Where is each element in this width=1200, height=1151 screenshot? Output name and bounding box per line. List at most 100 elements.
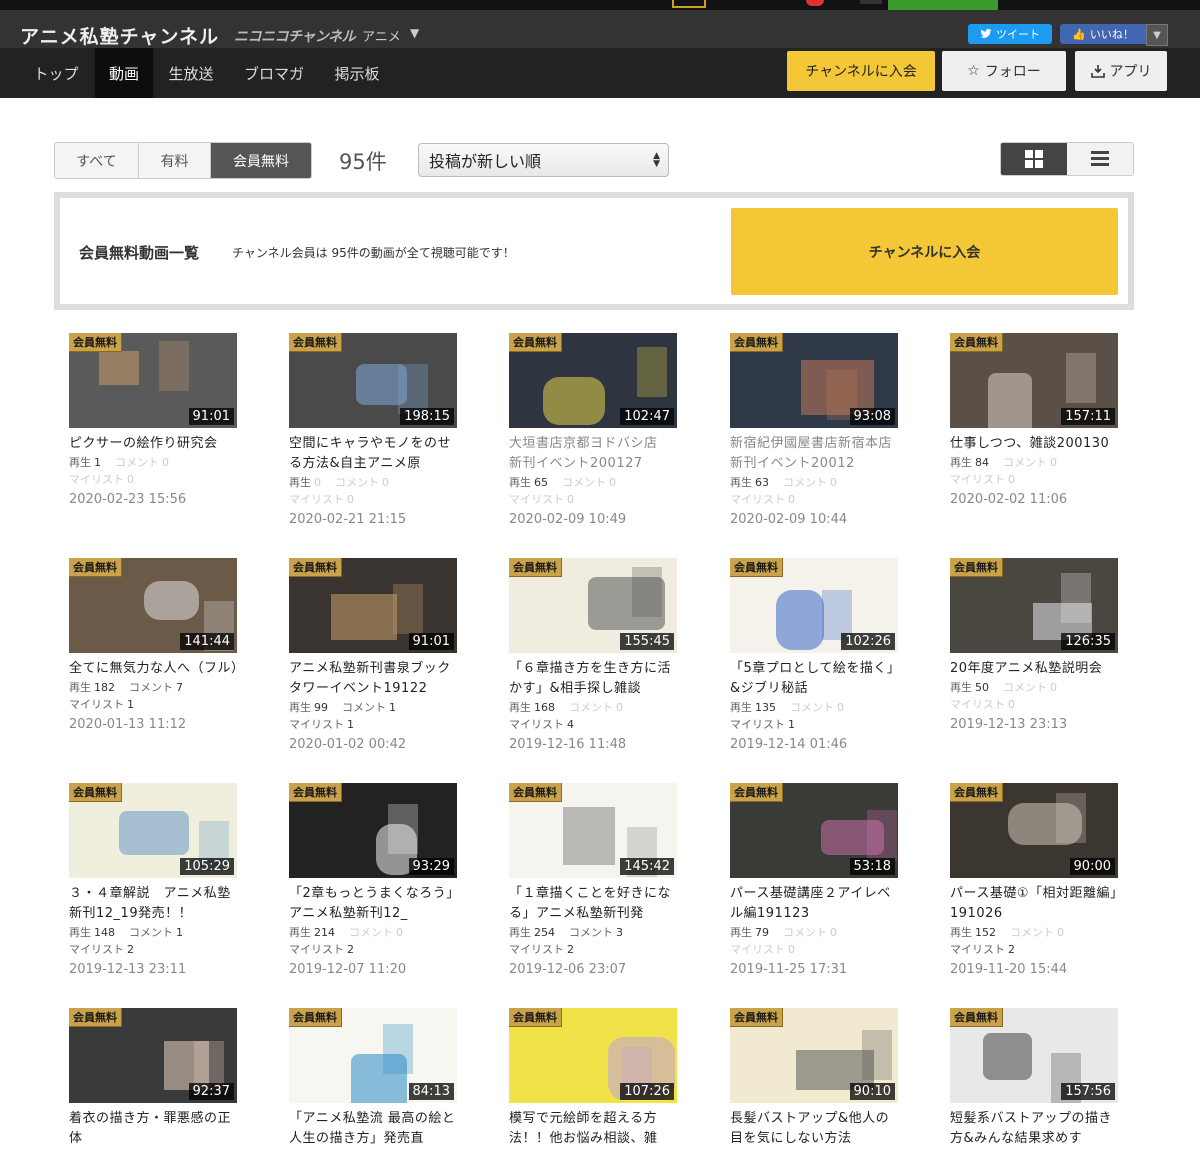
- video-thumbnail[interactable]: 会員無料 157:56: [950, 1008, 1118, 1103]
- nav-blomaga[interactable]: ブロマガ: [236, 48, 312, 98]
- list-view-button[interactable]: [1067, 143, 1133, 175]
- nav-top[interactable]: トップ: [20, 48, 92, 98]
- video-title[interactable]: 空間にキャラやモノをのせる方法&自主アニメ原: [289, 434, 461, 474]
- video-thumbnail[interactable]: 会員無料 102:47: [509, 333, 677, 428]
- video-card[interactable]: 会員無料 102:26 「5章プロとして絵を描く」&ジブリ秘話 再生 135 コメント 0 マ…: [730, 558, 906, 752]
- genre-dropdown-icon[interactable]: ▼: [410, 26, 419, 40]
- video-card[interactable]: 会員無料 91:01 アニメ私塾新刊書泉ブックタワーイベント19122 再生 99 コメン…: [289, 558, 465, 752]
- video-thumbnail[interactable]: 会員無料 107:26: [509, 1008, 677, 1103]
- video-card[interactable]: 会員無料 141:44 全てに無気力な人へ（フル） 再生 182 コメント 7 マイリスト 1 2…: [69, 558, 245, 732]
- video-card[interactable]: 会員無料 107:26 模写で元絵師を超える方法！！他お悩み相談、雑: [509, 1008, 685, 1149]
- video-thumbnail[interactable]: 会員無料 91:01: [289, 558, 457, 653]
- video-title[interactable]: 「2章もっとうまくなろう」アニメ私塾新刊12_: [289, 884, 461, 924]
- video-card[interactable]: 会員無料 155:45 「６章描き方を生き方に活かす」&相手探し雑談 再生 168 コメン…: [509, 558, 685, 752]
- premium-button[interactable]: [888, 0, 998, 10]
- video-card[interactable]: 会員無料 53:18 パース基礎講座２アイレベル編191123 再生 79 コメント 0 マイ…: [730, 783, 906, 977]
- video-thumbnail[interactable]: 会員無料 93:29: [289, 783, 457, 878]
- video-card[interactable]: 会員無料 90:10 長髪バストアップ&他人の目を気にしない方法: [730, 1008, 906, 1149]
- join-channel-button[interactable]: チャンネルに入会: [787, 51, 935, 91]
- mylist-count: 0: [1008, 473, 1015, 486]
- video-thumbnail[interactable]: 会員無料 126:35: [950, 558, 1118, 653]
- filter-member-free[interactable]: 会員無料: [211, 143, 311, 178]
- video-title[interactable]: 長髪バストアップ&他人の目を気にしない方法: [730, 1109, 902, 1149]
- video-thumbnail[interactable]: 会員無料 91:01: [69, 333, 237, 428]
- follow-button[interactable]: ☆ フォロー: [942, 51, 1066, 91]
- video-card[interactable]: 会員無料 102:47 大垣書店京都ヨドバシ店 新刊イベント200127 再生 65 コメ…: [509, 333, 685, 527]
- mylist-label: マイリスト: [289, 718, 344, 731]
- service-logo[interactable]: ニコニコチャンネル: [234, 26, 356, 46]
- thumbnail-shape: [144, 581, 199, 620]
- video-title[interactable]: 新宿紀伊國屋書店新宿本店 新刊イベント20012: [730, 434, 905, 474]
- nav-live[interactable]: 生放送: [160, 48, 222, 98]
- video-card[interactable]: 会員無料 126:35 20年度アニメ私塾説明会 再生 50 コメント 0 マイリスト 0 201…: [950, 558, 1126, 732]
- video-stats: 再生 214 コメント 0: [289, 924, 465, 941]
- notification-icon[interactable]: [806, 0, 824, 6]
- mylist-label: マイリスト: [950, 473, 1005, 486]
- video-card[interactable]: 会員無料 198:15 空間にキャラやモノをのせる方法&自主アニメ原 再生 0 コメント 0…: [289, 333, 465, 527]
- app-button[interactable]: アプリ: [1075, 51, 1167, 91]
- video-card[interactable]: 会員無料 157:11 仕事しつつ、雑談200130 再生 84 コメント 0 マイリスト 0 2…: [950, 333, 1126, 507]
- video-title[interactable]: 模写で元絵師を超える方法！！他お悩み相談、雑: [509, 1109, 681, 1149]
- video-title[interactable]: 短髪系バストアップの描き方&みんな結果求めす: [950, 1109, 1122, 1149]
- top-bar-item[interactable]: [860, 0, 882, 4]
- nav-bbs[interactable]: 掲示板: [322, 48, 392, 98]
- video-mylist: マイリスト 0: [730, 941, 906, 958]
- video-card[interactable]: 会員無料 157:56 短髪系バストアップの描き方&みんな結果求めす: [950, 1008, 1126, 1149]
- video-title[interactable]: 「１章描くことを好きになる」アニメ私塾新刊発: [509, 884, 681, 924]
- video-thumbnail[interactable]: 会員無料 157:11: [950, 333, 1118, 428]
- sort-select[interactable]: 投稿が新しい順 ▲ ▼: [418, 143, 669, 177]
- video-card[interactable]: 会員無料 92:37 着衣の描き方・罪悪感の正体: [69, 1008, 245, 1149]
- video-title[interactable]: 20年度アニメ私塾説明会: [950, 659, 1122, 679]
- video-title[interactable]: 全てに無気力な人へ（フル）: [69, 659, 244, 679]
- video-thumbnail[interactable]: 会員無料 53:18: [730, 783, 898, 878]
- plays-count: 152: [975, 926, 996, 939]
- filter-all[interactable]: すべて: [55, 143, 139, 178]
- video-title[interactable]: パース基礎①「相対距離編」191026: [950, 884, 1122, 924]
- video-thumbnail[interactable]: 会員無料 155:45: [509, 558, 677, 653]
- like-dropdown-icon[interactable]: ▼: [1146, 24, 1168, 46]
- video-title[interactable]: アニメ私塾新刊書泉ブックタワーイベント19122: [289, 659, 461, 699]
- video-title[interactable]: ピクサーの絵作り研究会: [69, 434, 241, 454]
- genre-label[interactable]: アニメ: [362, 26, 401, 45]
- video-title[interactable]: 大垣書店京都ヨドバシ店 新刊イベント200127: [509, 434, 681, 474]
- top-bar: [0, 0, 1200, 10]
- mylist-count: 2: [567, 943, 574, 956]
- video-thumbnail[interactable]: 会員無料 84:13: [289, 1008, 457, 1103]
- video-thumbnail[interactable]: 会員無料 105:29: [69, 783, 237, 878]
- video-card[interactable]: 会員無料 93:29 「2章もっとうまくなろう」アニメ私塾新刊12_ 再生 214 コメン…: [289, 783, 465, 977]
- video-thumbnail[interactable]: 会員無料 90:10: [730, 1008, 898, 1103]
- video-title[interactable]: 「アニメ私塾流 最高の絵と人生の描き方」発売直: [289, 1109, 461, 1149]
- tweet-button[interactable]: ツイート: [968, 24, 1052, 44]
- video-title[interactable]: 「5章プロとして絵を描く」&ジブリ秘話: [730, 659, 902, 699]
- channel-title[interactable]: アニメ私塾チャンネル: [20, 22, 219, 49]
- plays-label: 再生: [509, 476, 531, 489]
- video-card[interactable]: 会員無料 90:00 パース基礎①「相対距離編」191026 再生 152 コメント 0 マイ…: [950, 783, 1126, 977]
- video-thumbnail[interactable]: 会員無料 145:42: [509, 783, 677, 878]
- video-card[interactable]: 会員無料 145:42 「１章描くことを好きになる」アニメ私塾新刊発 再生 254 コメン…: [509, 783, 685, 977]
- promo-join-button[interactable]: チャンネルに入会: [731, 208, 1118, 295]
- video-title[interactable]: 着衣の描き方・罪悪感の正体: [69, 1109, 241, 1149]
- video-title[interactable]: 「６章描き方を生き方に活かす」&相手探し雑談: [509, 659, 681, 699]
- video-title[interactable]: パース基礎講座２アイレベル編191123: [730, 884, 902, 924]
- plays-count: 214: [314, 926, 335, 939]
- video-card[interactable]: 会員無料 105:29 ３・４章解説 アニメ私塾新刊12_19発売！！ 再生 148 コメ…: [69, 783, 245, 977]
- nav-videos[interactable]: 動画: [95, 48, 153, 98]
- video-thumbnail[interactable]: 会員無料 141:44: [69, 558, 237, 653]
- video-thumbnail[interactable]: 会員無料 93:08: [730, 333, 898, 428]
- like-button[interactable]: 👍 いいね！: [1060, 24, 1146, 44]
- video-card[interactable]: 会員無料 84:13 「アニメ私塾流 最高の絵と人生の描き方」発売直: [289, 1008, 465, 1149]
- top-bar-icon[interactable]: [672, 0, 706, 8]
- video-duration: 145:42: [620, 858, 674, 875]
- video-title[interactable]: ３・４章解説 アニメ私塾新刊12_19発売！！: [69, 884, 241, 924]
- video-thumbnail[interactable]: 会員無料 102:26: [730, 558, 898, 653]
- video-thumbnail[interactable]: 会員無料 92:37: [69, 1008, 237, 1103]
- filter-paid[interactable]: 有料: [139, 143, 211, 178]
- grid-view-button[interactable]: [1001, 143, 1067, 175]
- video-title[interactable]: 仕事しつつ、雑談200130: [950, 434, 1122, 454]
- video-card[interactable]: 会員無料 93:08 新宿紀伊國屋書店新宿本店 新刊イベント20012 再生 63 コメン…: [730, 333, 906, 527]
- video-thumbnail[interactable]: 会員無料 198:15: [289, 333, 457, 428]
- video-mylist: マイリスト 0: [730, 491, 906, 508]
- video-card[interactable]: 会員無料 91:01 ピクサーの絵作り研究会 再生 1 コメント 0 マイリスト 0 2020-0…: [69, 333, 245, 507]
- video-thumbnail[interactable]: 会員無料 90:00: [950, 783, 1118, 878]
- comments-label: コメント: [349, 926, 393, 939]
